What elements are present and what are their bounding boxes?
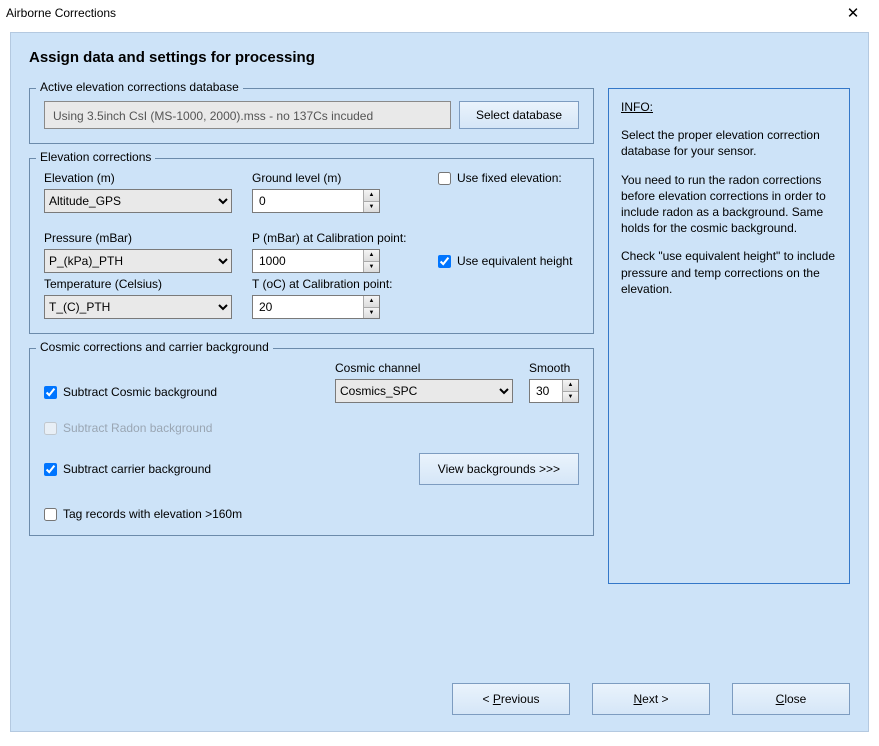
close-label-rest: lose [784, 692, 806, 706]
spin-up-icon[interactable]: ▲ [364, 190, 379, 202]
use-equivalent-height-label: Use equivalent height [457, 254, 572, 268]
info-p2: You need to run the radon corrections be… [621, 172, 837, 237]
temperature-label: Temperature (Celsius) [44, 277, 242, 291]
main-panel: Assign data and settings for processing … [10, 32, 869, 732]
t-cal-label: T (oC) at Calibration point: [252, 277, 579, 291]
cosmic-channel-label: Cosmic channel [335, 361, 513, 375]
subtract-radon-label: Subtract Radon background [63, 421, 212, 435]
spin-down-icon[interactable]: ▼ [364, 308, 379, 319]
t-cal-spinner[interactable]: ▲ ▼ [252, 295, 380, 319]
info-box: INFO: Select the proper elevation correc… [608, 88, 850, 584]
subtract-cosmic-input[interactable] [44, 386, 57, 399]
elevation-label: Elevation (m) [44, 171, 242, 185]
spin-up-icon[interactable]: ▲ [563, 380, 578, 392]
pressure-label: Pressure (mBar) [44, 231, 242, 245]
active-db-fieldset: Active elevation corrections database Us… [29, 88, 594, 144]
elevation-select[interactable]: Altitude_GPS [44, 189, 232, 213]
next-label-u: N [633, 692, 642, 706]
next-label-rest: ext [642, 692, 658, 706]
subtract-radon-checkbox: Subtract Radon background [44, 421, 579, 435]
subtract-cosmic-checkbox[interactable]: Subtract Cosmic background [44, 385, 319, 399]
smooth-input[interactable] [530, 380, 562, 402]
subtract-carrier-input[interactable] [44, 463, 57, 476]
select-database-button[interactable]: Select database [459, 101, 579, 129]
view-backgrounds-button[interactable]: View backgrounds >>> [419, 453, 579, 485]
use-equivalent-height-input[interactable] [438, 255, 451, 268]
spin-down-icon[interactable]: ▼ [364, 202, 379, 213]
info-p3: Check "use equivalent height" to include… [621, 248, 837, 297]
database-path-input: Using 3.5inch CsI (MS-1000, 2000).mss - … [44, 101, 451, 129]
previous-label-rest: revious [501, 692, 540, 706]
page-title: Assign data and settings for processing [29, 49, 850, 66]
tag-records-checkbox[interactable]: Tag records with elevation >160m [44, 507, 579, 521]
use-fixed-elevation-label: Use fixed elevation: [457, 171, 562, 185]
t-cal-input[interactable] [253, 296, 363, 318]
spin-down-icon[interactable]: ▼ [364, 262, 379, 273]
pressure-select[interactable]: P_(kPa)_PTH [44, 249, 232, 273]
p-cal-label: P (mBar) at Calibration point: [252, 231, 579, 245]
ground-level-input[interactable] [253, 190, 363, 212]
use-fixed-elevation-input[interactable] [438, 172, 451, 185]
smooth-label: Smooth [529, 361, 579, 375]
spin-up-icon[interactable]: ▲ [364, 296, 379, 308]
close-button[interactable]: Close [732, 683, 850, 715]
spin-up-icon[interactable]: ▲ [364, 250, 379, 262]
titlebar: Airborne Corrections ✕ [0, 0, 879, 26]
spin-down-icon[interactable]: ▼ [563, 392, 578, 403]
p-cal-spinner[interactable]: ▲ ▼ [252, 249, 380, 273]
ground-level-label: Ground level (m) [252, 171, 428, 185]
tag-records-label: Tag records with elevation >160m [63, 507, 242, 521]
previous-label-u: P [493, 692, 501, 706]
cosmic-legend: Cosmic corrections and carrier backgroun… [36, 340, 273, 354]
use-fixed-elevation-checkbox[interactable]: Use fixed elevation: [438, 171, 579, 185]
elevation-legend: Elevation corrections [36, 150, 155, 164]
temperature-select[interactable]: T_(C)_PTH [44, 295, 232, 319]
tag-records-input[interactable] [44, 508, 57, 521]
cosmic-fieldset: Cosmic corrections and carrier backgroun… [29, 348, 594, 536]
close-icon[interactable]: ✕ [835, 3, 871, 23]
ground-level-spinner[interactable]: ▲ ▼ [252, 189, 380, 213]
next-button[interactable]: Next > [592, 683, 710, 715]
elevation-fieldset: Elevation corrections Elevation (m) Grou… [29, 158, 594, 334]
subtract-radon-input [44, 422, 57, 435]
cosmic-channel-select[interactable]: Cosmics_SPC [335, 379, 513, 403]
previous-button[interactable]: < Previous [452, 683, 570, 715]
info-p1: Select the proper elevation correction d… [621, 127, 837, 159]
subtract-carrier-label: Subtract carrier background [63, 462, 211, 476]
window-title: Airborne Corrections [6, 6, 116, 20]
active-db-legend: Active elevation corrections database [36, 80, 243, 94]
p-cal-input[interactable] [253, 250, 363, 272]
info-heading: INFO: [621, 100, 653, 114]
smooth-spinner[interactable]: ▲ ▼ [529, 379, 579, 403]
use-equivalent-height-checkbox[interactable]: Use equivalent height [438, 254, 579, 268]
subtract-cosmic-label: Subtract Cosmic background [63, 385, 217, 399]
subtract-carrier-checkbox[interactable]: Subtract carrier background [44, 462, 211, 476]
